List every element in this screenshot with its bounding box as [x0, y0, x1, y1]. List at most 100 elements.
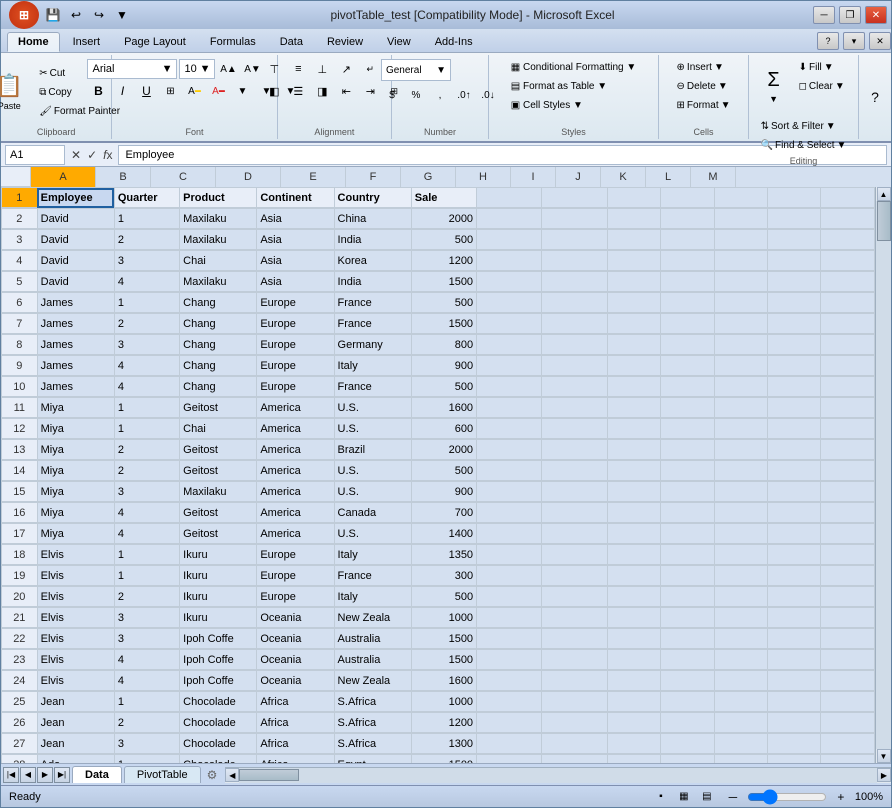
cell-H16[interactable] — [542, 503, 607, 523]
cell-E6[interactable]: France — [334, 293, 411, 313]
cell-F8[interactable]: 800 — [411, 335, 476, 355]
cell-I18[interactable] — [607, 545, 660, 565]
cell-L18[interactable] — [768, 545, 821, 565]
cell-J8[interactable] — [661, 335, 714, 355]
cell-D12[interactable]: America — [257, 419, 334, 439]
cell-M17[interactable] — [821, 524, 875, 544]
vertical-scrollbar[interactable]: ▲ ▼ — [875, 187, 891, 763]
cell-D3[interactable]: Asia — [257, 230, 334, 250]
bold-button[interactable]: B — [87, 81, 109, 101]
cell-H6[interactable] — [542, 293, 607, 313]
cell-E7[interactable]: France — [334, 314, 411, 334]
cell-E16[interactable]: Canada — [334, 503, 411, 523]
cell-I3[interactable] — [607, 230, 660, 250]
cell-E27[interactable]: S.Africa — [334, 734, 411, 754]
cell-B6[interactable]: 1 — [114, 293, 179, 313]
cell-I11[interactable] — [607, 398, 660, 418]
cell-L13[interactable] — [768, 440, 821, 460]
cell-E5[interactable]: India — [334, 272, 411, 292]
align-middle-button[interactable]: ≡ — [287, 59, 309, 79]
cell-I13[interactable] — [607, 440, 660, 460]
row-number-20[interactable]: 20 — [2, 587, 38, 607]
cell-F4[interactable]: 1200 — [411, 251, 476, 271]
cell-B24[interactable]: 4 — [114, 671, 179, 691]
cell-F23[interactable]: 1500 — [411, 650, 476, 670]
find-select-button[interactable]: 🔍 Find & Select ▼ — [756, 137, 852, 154]
cell-K2[interactable] — [714, 209, 767, 229]
cell-L22[interactable] — [768, 629, 821, 649]
cell-I21[interactable] — [607, 608, 660, 628]
column-header-A[interactable]: A — [31, 167, 96, 187]
cell-A13[interactable]: Miya — [37, 440, 114, 460]
angle-text-button[interactable]: ↗ — [335, 59, 357, 79]
ribbon-minimize-button[interactable]: ▾ — [843, 32, 865, 50]
cell-G7[interactable] — [477, 314, 542, 334]
cell-J2[interactable] — [661, 209, 714, 229]
cell-A27[interactable]: Jean — [37, 734, 114, 754]
cell-L28[interactable] — [768, 755, 821, 764]
row-number-22[interactable]: 22 — [2, 629, 38, 649]
cell-K26[interactable] — [714, 713, 767, 733]
cell-M25[interactable] — [821, 692, 875, 712]
cell-A23[interactable]: Elvis — [37, 650, 114, 670]
cell-F15[interactable]: 900 — [411, 482, 476, 502]
cell-H22[interactable] — [542, 629, 607, 649]
cell-A21[interactable]: Elvis — [37, 608, 114, 628]
cell-J28[interactable] — [661, 755, 714, 764]
cell-L15[interactable] — [768, 482, 821, 502]
cell-C18[interactable]: Ikuru — [180, 545, 257, 565]
cell-K4[interactable] — [714, 251, 767, 271]
cell-D16[interactable]: America — [257, 503, 334, 523]
cell-G26[interactable] — [477, 713, 542, 733]
cell-F20[interactable]: 500 — [411, 587, 476, 607]
cell-I24[interactable] — [607, 671, 660, 691]
cell-K23[interactable] — [714, 650, 767, 670]
cell-L8[interactable] — [768, 335, 821, 355]
cell-G3[interactable] — [477, 230, 542, 250]
cell-E8[interactable]: Germany — [334, 335, 411, 355]
cell-M24[interactable] — [821, 671, 875, 691]
cell-H12[interactable] — [542, 419, 607, 439]
cell-B22[interactable]: 3 — [114, 629, 179, 649]
column-header-F[interactable]: F — [346, 167, 401, 187]
cell-K8[interactable] — [714, 335, 767, 355]
tab-page-layout[interactable]: Page Layout — [113, 32, 197, 52]
help-ribbon-button[interactable]: ? — [865, 87, 885, 107]
cell-J13[interactable] — [661, 440, 714, 460]
cell-M22[interactable] — [821, 629, 875, 649]
cell-E3[interactable]: India — [334, 230, 411, 250]
cell-D5[interactable]: Asia — [257, 272, 334, 292]
cell-L16[interactable] — [768, 503, 821, 523]
cell-M13[interactable] — [821, 440, 875, 460]
cell-B2[interactable]: 1 — [114, 209, 179, 229]
cell-H28[interactable] — [542, 755, 607, 764]
cell-M7[interactable] — [821, 314, 875, 334]
cell-E21[interactable]: New Zeala — [334, 608, 411, 628]
cell-D14[interactable]: America — [257, 461, 334, 481]
save-button[interactable]: 💾 — [43, 5, 63, 25]
cell-A18[interactable]: Elvis — [37, 545, 114, 565]
cell-D9[interactable]: Europe — [257, 356, 334, 376]
cell-K27[interactable] — [714, 734, 767, 754]
cell-I1[interactable] — [607, 188, 660, 208]
cell-L1[interactable] — [768, 188, 821, 208]
cell-I28[interactable] — [607, 755, 660, 764]
cell-K9[interactable] — [714, 356, 767, 376]
help-button[interactable]: ? — [817, 32, 839, 50]
row-number-13[interactable]: 13 — [2, 440, 38, 460]
tab-review[interactable]: Review — [316, 32, 374, 52]
cell-B19[interactable]: 1 — [114, 566, 179, 586]
corner-select-all[interactable] — [1, 167, 31, 187]
cell-B9[interactable]: 4 — [114, 356, 179, 376]
cell-F19[interactable]: 300 — [411, 566, 476, 586]
row-number-16[interactable]: 16 — [2, 503, 38, 523]
cell-E24[interactable]: New Zeala — [334, 671, 411, 691]
column-header-I[interactable]: I — [511, 167, 556, 187]
cell-B23[interactable]: 4 — [114, 650, 179, 670]
scroll-track-vertical[interactable] — [876, 201, 891, 749]
cell-C2[interactable]: Maxilaku — [180, 209, 257, 229]
cell-K6[interactable] — [714, 293, 767, 313]
cell-G6[interactable] — [477, 293, 542, 313]
row-number-28[interactable]: 28 — [2, 755, 38, 764]
row-number-7[interactable]: 7 — [2, 314, 38, 334]
